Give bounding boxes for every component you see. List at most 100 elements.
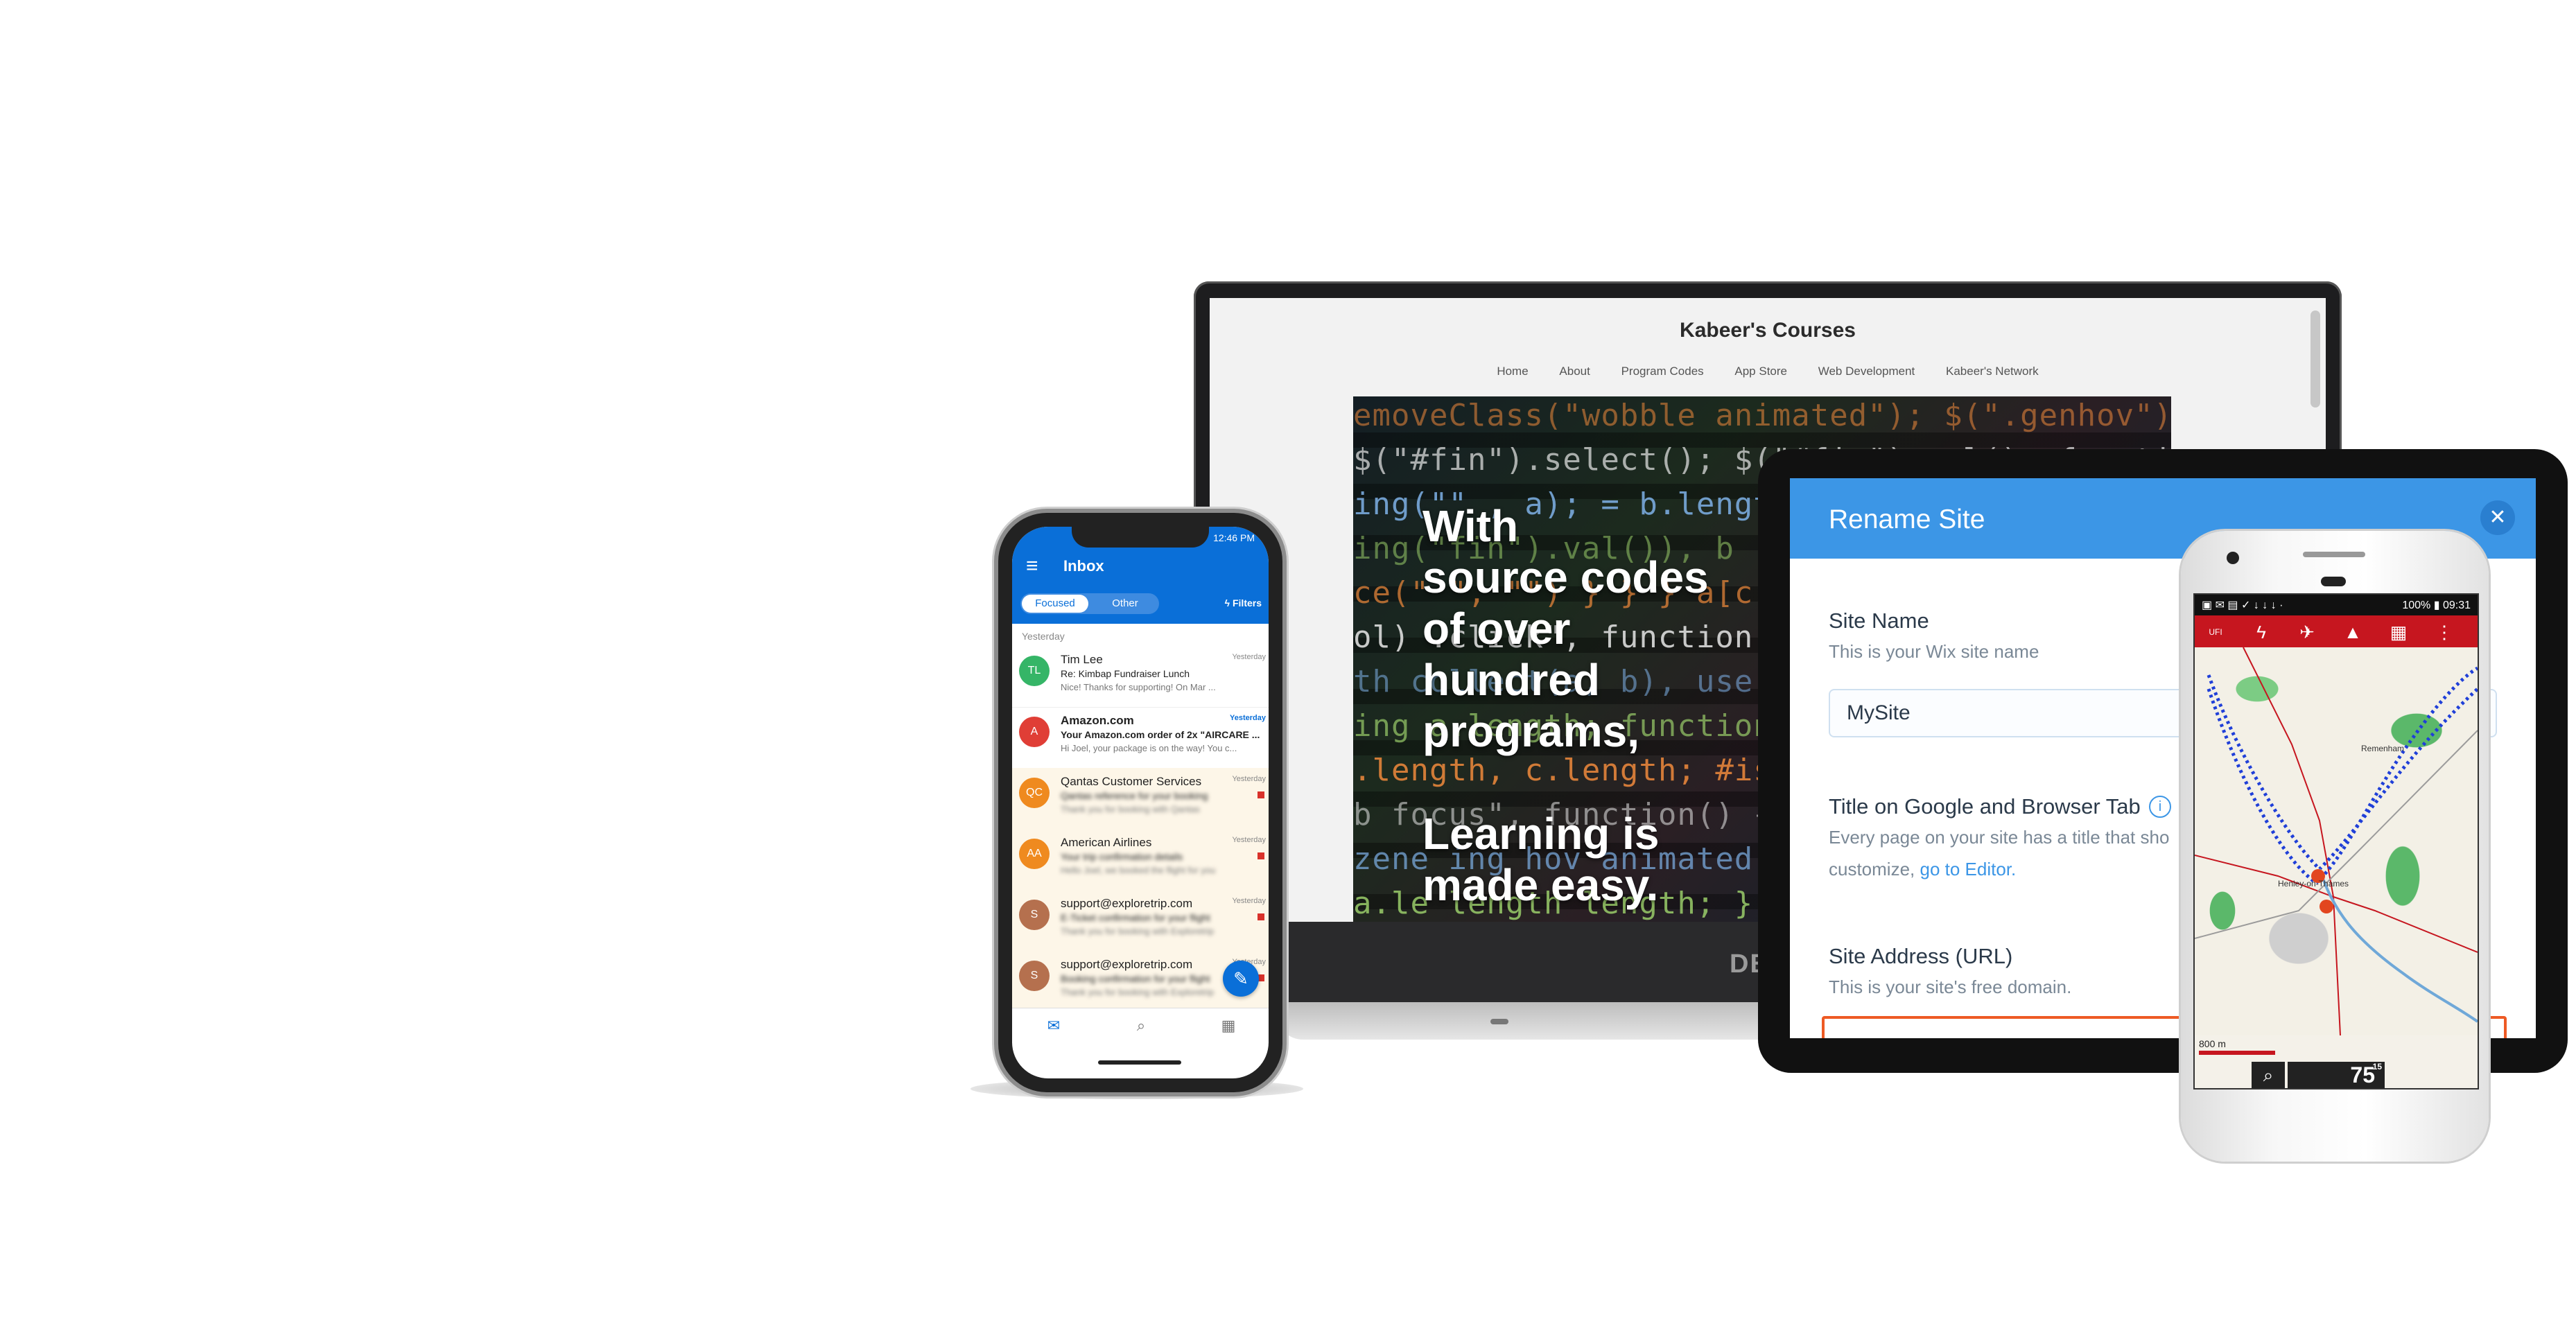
section-header: Yesterday: [1022, 631, 1065, 642]
location-pin-icon[interactable]: [2320, 900, 2333, 913]
map-view[interactable]: Henley-on-Thames Remenham: [2195, 647, 2478, 1035]
mail-icon[interactable]: ✉: [1040, 1017, 1068, 1035]
avatar: QC: [1019, 778, 1050, 808]
site-nav: Home About Program Codes App Store Web D…: [1210, 365, 2326, 378]
title-help-prefix: customize,: [1829, 859, 1915, 879]
hero-line: programs,: [1422, 706, 1639, 756]
code-line: emoveClass("wobble animated"); $(".genho…: [1353, 398, 2171, 433]
scale-bar: [2199, 1051, 2275, 1055]
url-help: This is your site's free domain.: [1829, 977, 2072, 997]
home-indicator: [1098, 1060, 1181, 1065]
avatar: TL: [1019, 656, 1050, 686]
lightning-icon[interactable]: ϟ: [2247, 621, 2275, 643]
hero-line: With: [1422, 501, 1519, 551]
road-icon[interactable]: ▲: [2339, 621, 2367, 643]
hero-line: Learning is: [1422, 809, 1660, 859]
nav-item-app-store[interactable]: App Store: [1734, 365, 1787, 378]
nav-item-network[interactable]: Kabeer's Network: [1946, 365, 2039, 378]
email-sender: Tim Lee: [1061, 653, 1103, 666]
menu-icon[interactable]: ≡: [1026, 554, 1038, 578]
site-name-value: MySite: [1847, 701, 1911, 724]
email-preview: Hello Joel, we booked the flight for you: [1061, 865, 1216, 875]
info-icon[interactable]: i: [2149, 796, 2171, 818]
route-icon[interactable]: UFI: [2202, 621, 2229, 643]
calendar-icon[interactable]: ▦: [1215, 1017, 1242, 1035]
iphone-screen: 12:46 PM ≡ Inbox Focused Other ϟ Filters…: [1012, 527, 1269, 1078]
dialog-title: Rename Site: [1829, 505, 1985, 534]
email-date: Yesterday: [1232, 897, 1266, 905]
road-line: [2243, 647, 2341, 1035]
status-time: 12:46 PM: [1213, 532, 1255, 543]
email-row[interactable]: AA American Airlines Your trip confirmatio…: [1012, 829, 1269, 891]
speed-sub: 15: [2372, 1062, 2382, 1071]
hero-line: source codes: [1422, 552, 1709, 602]
flag-icon[interactable]: [1257, 852, 1264, 859]
speaker-grille: [2303, 552, 2365, 557]
bottom-tabbar: ✉ ⌕ ▦: [1012, 1008, 1269, 1043]
site-name-help: This is your Wix site name: [1829, 641, 2039, 662]
status-icons: ▣ ✉ ▤ ✓ ↓ ↓ ↓ ·: [2202, 600, 2283, 611]
nav-item-home[interactable]: Home: [1497, 365, 1528, 378]
avatar: S: [1019, 900, 1050, 930]
email-row[interactable]: TL Tim Lee Re: Kimbap Fundraiser Lunch Nice…: [1012, 646, 1269, 708]
email-sender: support@exploretrip.com: [1061, 897, 1193, 910]
email-subject: E-Ticket confirmation for your flight: [1061, 912, 1210, 923]
pencil-icon[interactable]: ✎: [1223, 961, 1259, 997]
close-icon[interactable]: ✕: [2480, 500, 2515, 535]
speed-value: 75: [2350, 1062, 2375, 1087]
email-subject: Your Amazon.com order of 2x "AIRCARE ...: [1061, 729, 1260, 740]
iphone-notch: [1072, 527, 1209, 548]
laptop-notch: [1490, 1019, 1508, 1024]
email-date: Yesterday: [1232, 653, 1266, 661]
email-preview: Hi Joel, your package is on the way! You…: [1061, 743, 1237, 753]
email-sender: American Airlines: [1061, 836, 1152, 849]
tab-focused[interactable]: Focused: [1022, 595, 1088, 613]
filters-label: Filters: [1232, 597, 1262, 609]
camera-icon: [2227, 552, 2239, 564]
email-list: TL Tim Lee Re: Kimbap Fundraiser Lunch Nice…: [1012, 646, 1269, 1013]
email-sender: Amazon.com: [1061, 714, 1134, 727]
site-name-label: Site Name: [1829, 609, 1929, 633]
map-svg: Henley-on-Thames Remenham: [2195, 647, 2478, 1035]
status-bar: ▣ ✉ ▤ ✓ ↓ ↓ ↓ · 100% ▮ 09:31: [2195, 595, 2478, 615]
url-label: Site Address (URL): [1829, 944, 2013, 968]
email-subject: Re: Kimbap Fundraiser Lunch: [1061, 668, 1190, 679]
speed-readout: 75 15: [2288, 1062, 2385, 1088]
go-to-editor-link[interactable]: go to Editor.: [1920, 859, 2017, 879]
map-bottom-bar: 800 m ⌕ 75 15: [2195, 1035, 2478, 1088]
hero-line: made easy.: [1422, 860, 1659, 910]
title-help-line2: customize, go to Editor.: [1829, 852, 2016, 886]
map-label: Henley-on-Thames: [2278, 879, 2349, 889]
search-icon[interactable]: ⌕: [1127, 1017, 1155, 1035]
email-date: Yesterday: [1230, 714, 1266, 722]
more-icon[interactable]: ⋮: [2430, 621, 2458, 643]
email-preview: Nice! Thanks for supporting! On Mar ...: [1061, 682, 1216, 692]
inbox-tabs: Focused Other: [1020, 593, 1159, 614]
email-row[interactable]: Ssupport@exploretrip.com E-Ticket confirm…: [1012, 890, 1269, 952]
flag-icon[interactable]: [1257, 913, 1264, 920]
hero-line: hundred: [1422, 655, 1600, 705]
filters-button[interactable]: ϟ Filters: [1225, 597, 1262, 609]
email-date: Yesterday: [1232, 775, 1266, 783]
nav-item-program-codes[interactable]: Program Codes: [1621, 365, 1704, 378]
android-screen: ▣ ✉ ▤ ✓ ↓ ↓ ↓ · 100% ▮ 09:31 UFI ϟ ✈ ▲ ▦…: [2193, 593, 2479, 1089]
email-subject: Qantas reference for your booking: [1061, 790, 1208, 801]
nav-item-about[interactable]: About: [1559, 365, 1590, 378]
nav-item-web-development[interactable]: Web Development: [1818, 365, 1915, 378]
search-icon[interactable]: ⌕: [2252, 1062, 2285, 1088]
flag-icon[interactable]: [1257, 791, 1264, 798]
avatar: A: [1019, 717, 1050, 747]
email-row[interactable]: QC Qantas Customer Services Qantas referen…: [1012, 768, 1269, 830]
email-date: Yesterday: [1232, 836, 1266, 844]
hero-text: With source codes of over hundred progra…: [1422, 500, 1783, 911]
pin-icon[interactable]: ✈: [2293, 621, 2321, 643]
map-toolbar: UFI ϟ ✈ ▲ ▦ ⋮: [2195, 615, 2478, 647]
email-row[interactable]: A Amazon.com Your Amazon.com order of 2x "…: [1012, 707, 1269, 769]
email-preview: Thank you for booking with Qantas: [1061, 804, 1200, 814]
avatar: S: [1019, 961, 1050, 991]
river-line: [2318, 868, 2478, 1023]
map-icon[interactable]: ▦: [2385, 621, 2412, 643]
inbox-title: Inbox: [1063, 557, 1104, 575]
tab-other[interactable]: Other: [1094, 595, 1156, 613]
title-label: Title on Google and Browser Tab: [1829, 794, 2141, 819]
